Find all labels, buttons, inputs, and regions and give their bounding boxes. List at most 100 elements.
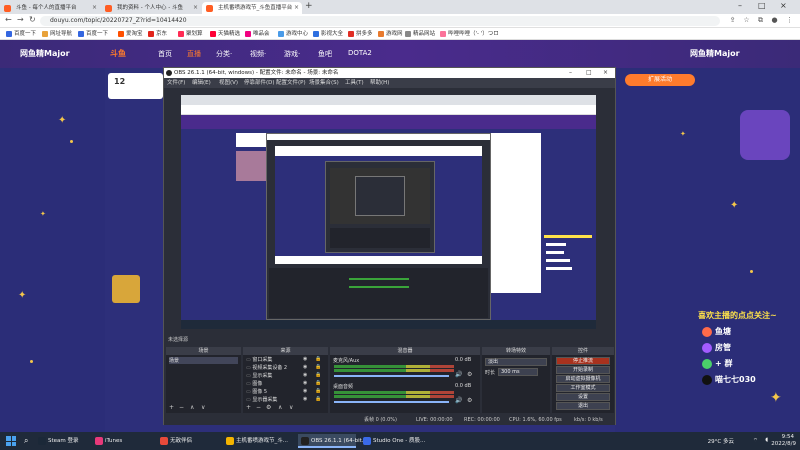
close-icon[interactable]: ×: [92, 2, 97, 14]
move-down-icon[interactable]: ∨: [289, 404, 293, 411]
menu-edit[interactable]: 编辑(E): [192, 78, 211, 88]
bookmark-item[interactable]: 网址导航: [42, 29, 72, 39]
remove-icon[interactable]: −: [256, 404, 261, 411]
bookmark-item[interactable]: 哔哩哔哩（'- '）つロ: [440, 29, 499, 39]
move-up-icon[interactable]: ∧: [278, 404, 282, 411]
forward-arrow-icon[interactable]: →: [17, 15, 24, 24]
move-down-icon[interactable]: ∨: [201, 404, 205, 411]
bookmark-item[interactable]: 拼多多: [348, 29, 373, 39]
bookmark-star-icon[interactable]: ☆: [742, 16, 751, 25]
source-item-window-capture[interactable]: ▭ 窗口采集: [246, 356, 272, 363]
start-recording-button[interactable]: 开始录制: [556, 366, 610, 374]
menu-kebab-icon[interactable]: ⋮: [785, 16, 794, 25]
clock-time[interactable]: 9:54: [782, 434, 794, 440]
menu-tools[interactable]: 工具(T): [345, 78, 364, 88]
lock-icon[interactable]: 🔒: [315, 380, 321, 386]
menu-help[interactable]: 帮助(H): [370, 78, 389, 88]
gear-icon[interactable]: ⚙: [467, 397, 472, 404]
back-arrow-icon[interactable]: ←: [5, 15, 12, 24]
duration-input[interactable]: 300 ms: [498, 368, 538, 376]
profile-avatar-icon[interactable]: ●: [770, 16, 779, 25]
bookmark-item[interactable]: 爱淘宝: [118, 29, 143, 39]
gift-activity-button[interactable]: 扩展活动: [625, 74, 695, 86]
close-window-icon[interactable]: ×: [780, 1, 787, 10]
settings-button[interactable]: 设置: [556, 393, 610, 401]
close-icon[interactable]: ×: [193, 2, 198, 14]
move-up-icon[interactable]: ∧: [190, 404, 194, 411]
speaker-icon[interactable]: 🔊: [455, 371, 462, 378]
scene-item[interactable]: 场景: [169, 357, 238, 364]
close-window-icon[interactable]: ×: [603, 68, 608, 78]
lock-icon[interactable]: 🔒: [315, 372, 321, 378]
taskbar-item[interactable]: Steam 登录: [35, 434, 87, 448]
bookmark-item[interactable]: 游戏中心: [278, 29, 308, 39]
lock-icon[interactable]: 🔒: [315, 356, 321, 362]
visibility-eye-icon[interactable]: ◉: [303, 396, 307, 402]
menu-profile[interactable]: 配置文件(P): [276, 78, 306, 88]
lock-icon[interactable]: 🔒: [315, 396, 321, 402]
lock-icon[interactable]: 🔒: [315, 388, 321, 394]
nav-video[interactable]: 视频·: [250, 49, 266, 59]
bookmark-item[interactable]: 聚划算: [178, 29, 203, 39]
menu-file[interactable]: 文件(F): [167, 78, 185, 88]
search-icon[interactable]: ⌕: [24, 436, 28, 446]
source-item-monitor-capture[interactable]: ▭ 显示器采集: [246, 396, 277, 403]
speaker-icon[interactable]: 🔊: [455, 397, 462, 404]
bookmark-item[interactable]: 游戏网: [378, 29, 403, 39]
taskbar-item[interactable]: 主机番喷游戏节_斗...: [223, 434, 293, 448]
bookmark-item[interactable]: 精品网站: [405, 29, 435, 39]
taskbar-item[interactable]: Studio One - 质股...: [360, 434, 430, 448]
visibility-eye-icon[interactable]: ◉: [303, 388, 307, 394]
bookmark-item[interactable]: 百度一下: [6, 29, 36, 39]
source-item-image[interactable]: ▭ 图像: [246, 380, 262, 387]
windows-start-icon[interactable]: [6, 436, 16, 446]
reload-icon[interactable]: ↻: [29, 15, 36, 24]
nav-live[interactable]: 直播: [187, 49, 201, 59]
volume-icon[interactable]: ◖: [765, 437, 768, 443]
remove-icon[interactable]: −: [179, 404, 184, 411]
studio-mode-button[interactable]: 工作室模式: [556, 384, 610, 392]
menu-docks[interactable]: 停靠部件(D): [244, 78, 275, 88]
menu-scene-collection[interactable]: 场景集合(S): [309, 78, 339, 88]
taskbar-item[interactable]: iTunes: [92, 434, 152, 448]
nav-category[interactable]: 分类·: [216, 49, 232, 59]
nav-game[interactable]: 游戏·: [284, 49, 300, 59]
clock-date[interactable]: 2022/8/9: [771, 441, 796, 447]
transition-type-select[interactable]: 淡出: [485, 358, 547, 366]
maximize-icon[interactable]: □: [758, 1, 766, 10]
browser-tab-3-active[interactable]: 主机番喷游戏节_斗鱼直播平台 ×: [202, 2, 302, 14]
start-virtual-camera-button[interactable]: 启动虚拟摄像机: [556, 375, 610, 383]
new-tab-button[interactable]: +: [305, 1, 313, 11]
gear-icon[interactable]: ⚙: [467, 371, 472, 378]
bookmark-item[interactable]: 影视大全: [313, 29, 343, 39]
lock-icon[interactable]: 🔒: [315, 364, 321, 370]
taskbar-item[interactable]: 无敌伴侣: [157, 434, 219, 448]
add-icon[interactable]: +: [169, 404, 174, 411]
nav-yuba[interactable]: 鱼吧: [318, 49, 332, 59]
browser-tab-1[interactable]: 斗鱼 - 每个人的直播平台 ×: [0, 2, 100, 14]
url-input[interactable]: douyu.com/topic/20220727_Z?rid=10414420: [40, 16, 720, 26]
share-icon[interactable]: ⇪: [728, 16, 737, 25]
nav-dota2[interactable]: DOTA2: [348, 49, 372, 57]
event-badge-image[interactable]: [112, 275, 140, 303]
source-item-display-capture[interactable]: ▭ 显示采集: [246, 372, 272, 379]
douyu-brand-logo[interactable]: 斗鱼: [110, 48, 126, 59]
extensions-icon[interactable]: ⧉: [756, 16, 765, 25]
minimize-icon[interactable]: –: [569, 68, 572, 78]
exit-button[interactable]: 退出: [556, 402, 610, 410]
taskbar-item[interactable]: OBS 26.1.1 (64-bit...: [298, 434, 367, 448]
source-item-image-5[interactable]: ▭ 图像 5: [246, 388, 267, 395]
add-icon[interactable]: +: [246, 404, 251, 411]
network-icon[interactable]: ⌔: [753, 437, 758, 444]
visibility-eye-icon[interactable]: ◉: [303, 372, 307, 378]
minimize-icon[interactable]: –: [738, 1, 742, 10]
bookmark-item[interactable]: 唯品会: [245, 29, 270, 39]
weather-status[interactable]: 29°C 多云: [708, 437, 734, 445]
volume-slider[interactable]: [334, 401, 449, 403]
gear-icon[interactable]: ⚙: [266, 404, 271, 411]
visibility-eye-icon[interactable]: ◉: [303, 364, 307, 370]
volume-slider[interactable]: [334, 375, 449, 377]
source-item-video-device[interactable]: ▭ 视频采集设备 2: [246, 364, 287, 371]
room-card[interactable]: 12: [108, 73, 163, 99]
bookmark-item[interactable]: 百度一下: [78, 29, 108, 39]
